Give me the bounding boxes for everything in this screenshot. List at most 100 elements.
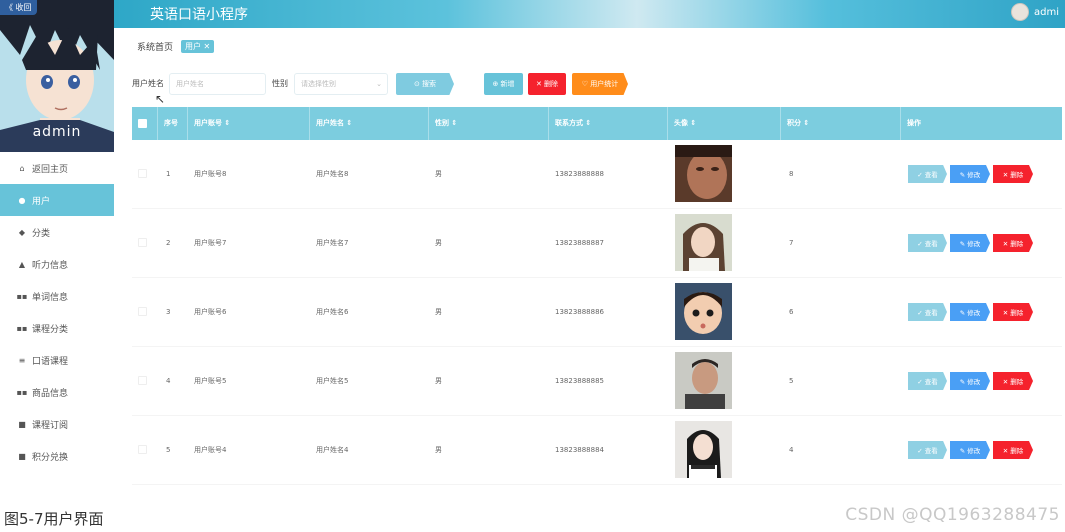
cell-phone: 13823888888 (555, 170, 604, 178)
figure-caption: 图5-7用户界面 (4, 510, 104, 528)
edit-button[interactable]: ✎ 修改 (950, 303, 990, 321)
delete-button[interactable]: ✕ 删除 (993, 441, 1033, 459)
sidebar-item-home[interactable]: ⌂ 返回主页 (0, 152, 114, 184)
row-actions: ✓ 查看 ✎ 修改 ✕ 删除 (908, 441, 1036, 459)
gender-filter-select[interactable]: 请选择性别 ⌄ (294, 73, 388, 95)
cell-phone: 13823888884 (555, 446, 604, 454)
table-row: 4 用户账号5 用户姓名5 男 13823888885 5 ✓ 查看 ✎ 修改 … (132, 347, 1062, 416)
col-account[interactable]: 用户账号 ⇕ (188, 107, 310, 140)
sidebar-item-category[interactable]: ◆ 分类 (0, 216, 114, 248)
user-menu[interactable]: admi (1011, 3, 1059, 21)
sidebar-item-label: 听力信息 (32, 260, 69, 271)
search-button[interactable]: ⊙ 搜索 (396, 73, 454, 95)
col-points[interactable]: 积分 ⇕ (781, 107, 901, 140)
delete-button[interactable]: ✕ 删除 (993, 303, 1033, 321)
sidebar-item-words[interactable]: ▪▪ 单词信息 (0, 280, 114, 312)
sidebar-menu: ⌂ 返回主页 ● 用户 ◆ 分类 ▲ 听力信息 ▪▪ 单词信息 ▪▪ 课程分类 (0, 152, 114, 472)
avatar (1011, 3, 1029, 21)
col-name[interactable]: 用户姓名 ⇕ (310, 107, 429, 140)
row-checkbox[interactable] (138, 238, 147, 247)
sidebar-item-label: 积分兑换 (32, 452, 69, 463)
gender-select-placeholder: 请选择性别 (301, 80, 336, 88)
table-row: 2 用户账号7 用户姓名7 男 13823888887 7 ✓ 查看 ✎ 修改 … (132, 209, 1062, 278)
edit-button[interactable]: ✎ 修改 (950, 441, 990, 459)
row-checkbox[interactable] (138, 445, 147, 454)
user-icon: ● (18, 195, 26, 205)
cell-name: 用户姓名8 (316, 170, 349, 178)
sidebar-item-label: 商品信息 (32, 388, 69, 399)
profile-panel: 《 收回 admin (0, 0, 114, 152)
view-button[interactable]: ✓ 查看 (908, 165, 947, 183)
sidebar-item-products[interactable]: ▪▪ 商品信息 (0, 376, 114, 408)
delete-button[interactable]: ✕ 删除 (993, 372, 1033, 390)
cell-points: 4 (789, 446, 794, 454)
user-stats-button[interactable]: ♡ 用户统计 (572, 73, 628, 95)
tab-users[interactable]: 用户 ✕ (181, 40, 215, 53)
cell-points: 7 (789, 239, 794, 247)
collapse-sidebar-button[interactable]: 《 收回 (0, 0, 37, 15)
cell-account: 用户账号6 (194, 308, 227, 316)
edit-button[interactable]: ✎ 修改 (950, 234, 990, 252)
cell-phone: 13823888885 (555, 377, 604, 385)
user-avatar-image (675, 145, 732, 202)
cell-phone: 13823888887 (555, 239, 604, 247)
sidebar-item-points-exchange[interactable]: ■ 积分兑换 (0, 440, 114, 472)
col-phone[interactable]: 联系方式 ⇕ (549, 107, 668, 140)
col-actions: 操作 (907, 119, 921, 127)
grid-icon: ▪▪ (16, 291, 28, 301)
user-avatar-image (675, 283, 732, 340)
row-checkbox[interactable] (138, 307, 147, 316)
gender-filter-label: 性别 (272, 79, 288, 88)
cell-index: 5 (166, 446, 171, 454)
cell-index: 1 (166, 170, 171, 178)
row-actions: ✓ 查看 ✎ 修改 ✕ 删除 (908, 372, 1036, 390)
home-icon: ⌂ (19, 163, 25, 173)
cell-gender: 男 (435, 377, 442, 385)
chevron-down-icon: ⌄ (376, 80, 382, 88)
top-header: 英语口语小程序 admi (114, 0, 1065, 28)
row-actions: ✓ 查看 ✎ 修改 ✕ 删除 (908, 165, 1036, 183)
sidebar-item-label: 口语课程 (32, 356, 69, 367)
cell-points: 6 (789, 308, 794, 316)
add-button[interactable]: ⊕ 新增 (484, 73, 523, 95)
username-label: admin (32, 124, 82, 140)
mouse-cursor-icon: ↖ (155, 92, 166, 106)
row-actions: ✓ 查看 ✎ 修改 ✕ 删除 (908, 303, 1036, 321)
view-button[interactable]: ✓ 查看 (908, 303, 947, 321)
sidebar-item-label: 课程分类 (32, 324, 69, 335)
row-checkbox[interactable] (138, 169, 147, 178)
user-avatar-image (675, 214, 732, 271)
table-row: 1 用户账号8 用户姓名8 男 13823888888 8 ✓ 查看 ✎ 修改 … (132, 140, 1062, 209)
grid-icon: ▪▪ (16, 323, 28, 333)
cell-gender: 男 (435, 308, 442, 316)
header-username: admi (1034, 6, 1059, 18)
cell-index: 4 (166, 377, 171, 385)
view-button[interactable]: ✓ 查看 (908, 372, 947, 390)
col-gender[interactable]: 性别 ⇕ (429, 107, 549, 140)
delete-button[interactable]: ✕ 删除 (993, 165, 1033, 183)
col-avatar[interactable]: 头像 ⇕ (668, 107, 781, 140)
sidebar-item-speaking-course[interactable]: ≡ 口语课程 (0, 344, 114, 376)
sidebar-item-label: 用户 (32, 196, 51, 207)
sidebar-item-users[interactable]: ● 用户 (0, 184, 114, 216)
edit-button[interactable]: ✎ 修改 (950, 372, 990, 390)
cell-account: 用户账号8 (194, 170, 227, 178)
cell-index: 2 (166, 239, 171, 247)
view-button[interactable]: ✓ 查看 (908, 441, 947, 459)
admin-app: 《 收回 admin ⌂ 返回主页 ● 用户 ◆ 分类 ▲ 听力信息 ▪▪ 单词 (0, 0, 1065, 500)
breadcrumb-home[interactable]: 系统首页 (137, 40, 173, 53)
edit-button[interactable]: ✎ 修改 (950, 165, 990, 183)
cell-points: 5 (789, 377, 794, 385)
sidebar-item-listening[interactable]: ▲ 听力信息 (0, 248, 114, 280)
select-all-cell (132, 107, 158, 140)
breadcrumb: 系统首页 用户 ✕ (137, 40, 215, 53)
name-filter-input[interactable]: 用户姓名 (169, 73, 266, 95)
delete-button[interactable]: ✕ 删除 (993, 234, 1033, 252)
category-icon: ◆ (18, 227, 26, 237)
row-checkbox[interactable] (138, 376, 147, 385)
sidebar-item-course-category[interactable]: ▪▪ 课程分类 (0, 312, 114, 344)
batch-delete-button[interactable]: ✕ 删除 (528, 73, 566, 95)
view-button[interactable]: ✓ 查看 (908, 234, 947, 252)
select-all-checkbox[interactable] (138, 119, 147, 128)
sidebar-item-subscriptions[interactable]: ■ 课程订阅 (0, 408, 114, 440)
